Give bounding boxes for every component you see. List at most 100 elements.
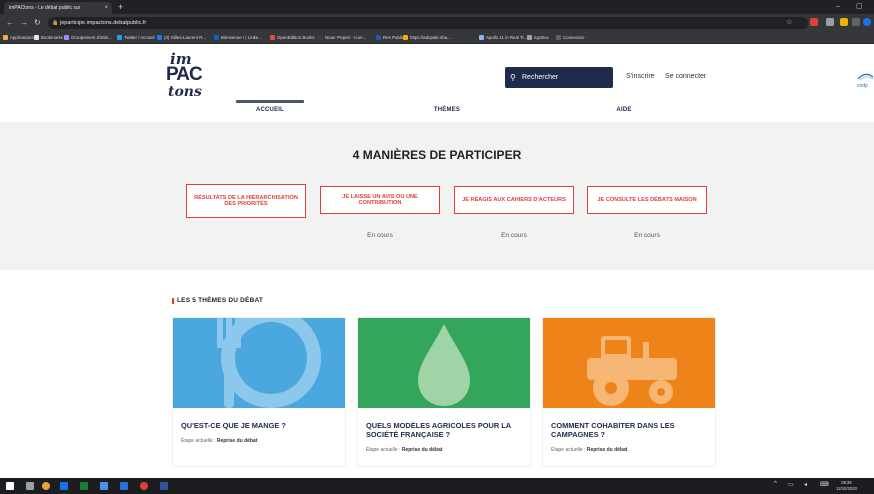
signup-link[interactable]: S'inscrire <box>626 73 655 80</box>
leave-opinion-button[interactable]: JE LAISSE UN AVIS OU UNE CONTRIBUTION <box>320 186 440 214</box>
theme-card-modeles-agricoles[interactable]: QUELS MODÈLES AGRICOLES POUR LA SOCIÉTÉ … <box>358 318 530 466</box>
taskbar-clock[interactable]: 08:35 12/10/2020 <box>836 480 857 491</box>
puzzle-icon[interactable] <box>852 18 860 26</box>
logo-text-tons: tons <box>168 84 202 100</box>
partner-logo-shape <box>857 73 874 81</box>
bookmark-favicon-icon <box>270 35 275 40</box>
bookmark-item[interactable]: https://adopale.sha... <box>403 32 451 44</box>
new-tab-icon[interactable]: + <box>118 1 123 13</box>
react-cahiers-button[interactable]: JE RÉAGIS AUX CAHIERS D'ACTEURS <box>454 186 574 214</box>
bookmark-favicon-icon <box>157 35 162 40</box>
back-arrow-icon[interactable]: ← <box>6 16 14 30</box>
forward-arrow-icon[interactable]: → <box>20 16 28 30</box>
extension-icon[interactable] <box>826 18 834 26</box>
card-label: JE LAISSE UN AVIS OU UNE CONTRIBUTION <box>342 193 418 207</box>
bookmark-item[interactable]: Applications <box>3 32 34 44</box>
theme-title: COMMENT COHABITER DANS LES CAMPAGNES ? <box>551 421 675 439</box>
bookmark-favicon-icon <box>318 35 323 40</box>
bookmark-label: OpenEdition Books <box>277 35 315 40</box>
reload-icon[interactable]: ↻ <box>34 16 41 30</box>
participation-section: 4 MANIÈRES DE PARTICIPER RÉSULTATS DE LA… <box>0 122 874 270</box>
tray-chevron-icon[interactable]: ^ <box>774 481 777 487</box>
tab-accueil[interactable]: ACCUEIL <box>200 107 340 113</box>
theme-title: QU'EST-CE QUE JE MANGE ? <box>181 421 286 430</box>
profile-avatar-icon[interactable] <box>863 18 871 26</box>
url-field[interactable]: 🔒 jeparticipe.impactons.debatpublic.fr <box>48 17 808 29</box>
bookmark-item[interactable]: Twitter / Accueil <box>117 32 155 44</box>
impactons-logo[interactable]: im PAC tons <box>166 50 226 108</box>
extension-icon[interactable] <box>840 18 848 26</box>
theme-title: QUELS MODÈLES AGRICOLES POUR LA SOCIÉTÉ … <box>366 421 511 439</box>
bookmark-item[interactable]: Res Publica <box>376 32 406 44</box>
theme-step: Étape actuelle : Reprise du débat <box>181 438 257 444</box>
outlook-taskbar-icon[interactable] <box>120 482 128 490</box>
tab-themes[interactable]: THÈMES <box>377 107 517 113</box>
bookmark-favicon-icon <box>479 35 484 40</box>
keyboard-icon[interactable]: ⌨ <box>820 481 829 488</box>
volume-icon[interactable]: ◂ <box>804 481 807 488</box>
app-taskbar-icon[interactable] <box>140 482 148 490</box>
bookmark-favicon-icon <box>556 35 561 40</box>
theme-card-cohabiter[interactable]: COMMENT COHABITER DANS LES CAMPAGNES ? É… <box>543 318 715 466</box>
windows-start-icon[interactable] <box>6 482 14 490</box>
bookmark-favicon-icon <box>527 35 532 40</box>
task-view-icon[interactable] <box>26 482 34 490</box>
active-tab-indicator <box>236 100 304 103</box>
bookmark-item[interactable]: Groupement d'intér... <box>64 32 112 44</box>
login-link[interactable]: Se connecter <box>665 73 706 80</box>
tractor-icon <box>543 318 715 408</box>
step-value: Reprise du débat <box>586 447 628 453</box>
bookmark-label: Applications <box>10 35 34 40</box>
url-text: jeparticipe.impactons.debatpublic.fr <box>60 20 147 26</box>
word-taskbar-icon[interactable] <box>160 482 168 490</box>
card-label: JE RÉAGIS AUX CAHIERS D'ACTEURS <box>462 196 566 203</box>
bookmark-label: Groupement d'intér... <box>71 35 112 40</box>
bookmark-label: Noun Project - Icon... <box>325 35 367 40</box>
step-label: Étape actuelle : <box>181 438 217 444</box>
bookmark-item[interactable]: (3) Gilles-Laurent R... <box>157 32 206 44</box>
bookmark-star-icon[interactable]: ☆ <box>786 16 792 30</box>
bookmark-item[interactable]: Connexion - <box>556 32 587 44</box>
search-label: Rechercher <box>522 74 559 81</box>
minimize-icon[interactable]: – <box>836 0 840 14</box>
app-taskbar-icon[interactable] <box>100 482 108 490</box>
section-title: 4 MANIÈRES DE PARTICIPER <box>352 148 522 162</box>
bookmark-favicon-icon <box>376 35 381 40</box>
theme-card-manger[interactable]: QU'EST-CE QUE JE MANGE ? Étape actuelle … <box>173 318 345 466</box>
bookmark-favicon-icon <box>34 35 39 40</box>
step-label: Étape actuelle : <box>551 447 587 453</box>
search-button[interactable]: ⚲ Rechercher <box>505 67 613 88</box>
cndp-partner-logo[interactable]: cndp <box>857 71 874 89</box>
bookmark-item[interactable]: Noun Project - Icon... <box>318 32 366 44</box>
consult-debates-button[interactable]: JE CONSULTE LES DÉBATS MAISON <box>587 186 707 214</box>
themes-section-title: LES 5 THÈMES DU DÉBAT <box>177 297 264 304</box>
app-taskbar-icon[interactable] <box>60 482 68 490</box>
step-value: Reprise du débat <box>401 447 443 453</box>
extension-icon[interactable] <box>810 18 818 26</box>
bookmark-favicon-icon <box>117 35 122 40</box>
bookmark-item[interactable]: OpenEdition Books <box>270 32 315 44</box>
browser-tab[interactable]: imPACtons - Le débat public sur × <box>4 2 112 14</box>
close-tab-icon[interactable]: × <box>104 2 108 14</box>
maximize-icon[interactable]: ▢ <box>856 0 863 14</box>
os-taskbar: ^ ▭ ◂ ⌨ 08:35 12/10/2020 <box>0 478 874 494</box>
tab-aide[interactable]: AIDE <box>554 107 694 113</box>
water-drop-icon <box>358 318 530 408</box>
lock-icon: 🔒 <box>52 20 59 26</box>
bookmark-item[interactable]: Bookmarks <box>34 32 63 44</box>
bookmark-item[interactable]: Bienvenue ! | Linke... <box>214 32 262 44</box>
card-label: JE CONSULTE LES DÉBATS MAISON <box>597 196 697 203</box>
bookmark-item[interactable]: Apollo 11 in Real Ti... <box>479 32 527 44</box>
chrome-taskbar-icon[interactable] <box>42 482 50 490</box>
browser-address-bar: ← → ↻ 🔒 jeparticipe.impactons.debatpubli… <box>0 14 874 32</box>
network-icon[interactable]: ▭ <box>788 481 794 488</box>
results-prioritization-button[interactable]: RÉSULTATS DE LA HIÉRARCHISATION DES PRIO… <box>186 184 306 218</box>
plate-fork-icon <box>173 318 345 408</box>
step-label: Étape actuelle : <box>366 447 402 453</box>
excel-taskbar-icon[interactable] <box>80 482 88 490</box>
bookmark-item[interactable]: egcBox <box>527 32 549 44</box>
site-header: im PAC tons ⚲ Rechercher S'inscrire Se c… <box>0 44 874 122</box>
clock-date: 12/10/2020 <box>836 485 857 491</box>
bookmark-label: Apollo 11 in Real Ti... <box>486 35 528 40</box>
bookmark-label: Bookmarks <box>41 35 63 40</box>
